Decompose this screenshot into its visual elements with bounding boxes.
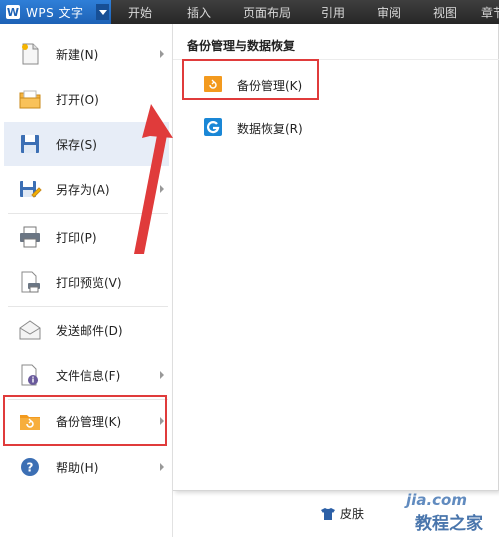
annotation-arrow xyxy=(134,104,173,254)
watermark-text: 教程之家 xyxy=(415,514,483,534)
watermark-domain: jia.com xyxy=(406,491,467,509)
watermark: jia.com 教程之家 xyxy=(365,485,495,535)
screen: W WPS 文字 开始 插入 页面布局 引用 审阅 视图 章节 新建(N) 打开… xyxy=(0,0,499,537)
